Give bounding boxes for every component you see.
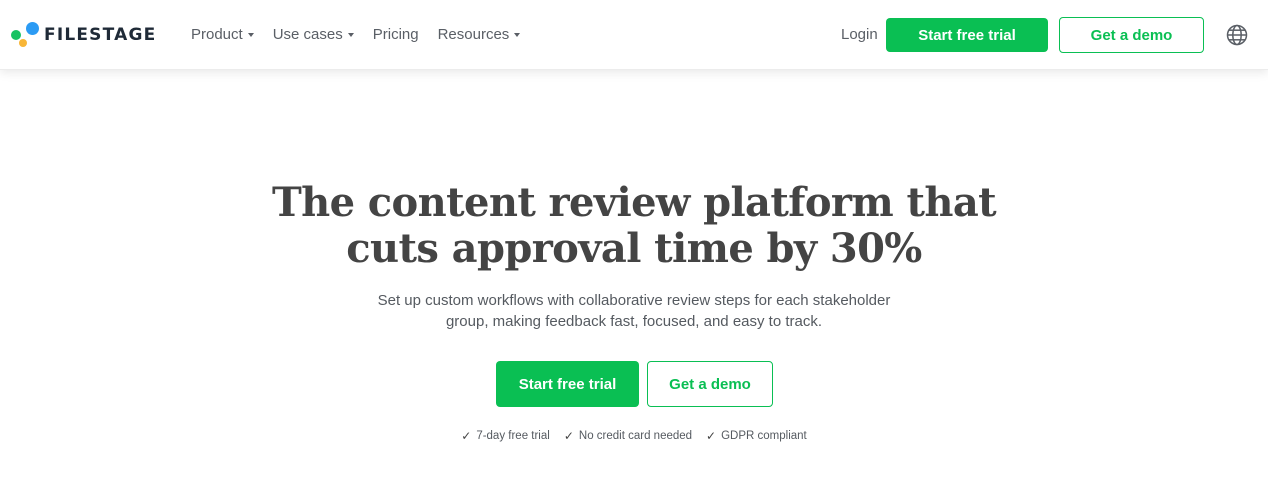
subtext-line: group, making feedback fast, focused, an… [445, 313, 823, 330]
nav-item-label: Use cases [272, 26, 343, 43]
check-icon: ✓ [461, 429, 472, 443]
headline-line: The content review platform that [271, 179, 997, 226]
hero-start-trial-button[interactable]: Start free trial [496, 361, 639, 407]
trust-item-label: No credit card needed [578, 430, 693, 442]
nav-item-label: Product [191, 26, 243, 43]
nav-item-label: Resources [437, 26, 510, 43]
check-icon: ✓ [563, 429, 574, 443]
hero-get-demo-button[interactable]: Get a demo [647, 361, 773, 407]
header-start-trial-button[interactable]: Start free trial [886, 18, 1048, 52]
nav-item-label: Pricing [372, 26, 419, 43]
header-get-demo-button[interactable]: Get a demo [1059, 17, 1204, 53]
nav-item-pricing[interactable]: Pricing [373, 26, 419, 43]
caret-down-icon [247, 33, 254, 37]
logo-mark-icon [11, 22, 41, 48]
logo-text: FILESTAGE [44, 25, 157, 45]
trust-item: ✓ No credit card needed [564, 429, 692, 443]
caret-down-icon [514, 33, 521, 37]
main-nav: Product Use cases Pricing Resources [191, 26, 539, 43]
logo-dot-green [11, 30, 21, 40]
check-icon: ✓ [706, 429, 717, 443]
nav-item-use-cases[interactable]: Use cases [273, 26, 354, 43]
trust-badges: ✓ 7-day free trial ✓ No credit card need… [0, 429, 1268, 443]
hero-headline: The content review platform that cuts ap… [234, 180, 1034, 272]
hero-subtext: Set up custom workflows with collaborati… [334, 290, 934, 332]
headline-line: cuts approval time by 30% [346, 225, 922, 272]
logo-dot-blue [26, 22, 39, 35]
trust-item: ✓ GDPR compliant [706, 429, 807, 443]
trust-item-label: 7-day free trial [476, 430, 550, 442]
nav-item-resources[interactable]: Resources [438, 26, 521, 43]
trust-item: ✓ 7-day free trial [461, 429, 550, 443]
globe-icon[interactable] [1226, 24, 1248, 46]
caret-down-icon [347, 33, 354, 37]
site-header: FILESTAGE Product Use cases Pricing Reso… [0, 0, 1268, 70]
login-link[interactable]: Login [841, 26, 878, 43]
subtext-line: Set up custom workflows with collaborati… [377, 292, 891, 309]
logo-dot-yellow [19, 39, 27, 47]
nav-item-product[interactable]: Product [191, 26, 254, 43]
filestage-logo[interactable]: FILESTAGE [11, 22, 156, 48]
trust-item-label: GDPR compliant [721, 430, 807, 442]
